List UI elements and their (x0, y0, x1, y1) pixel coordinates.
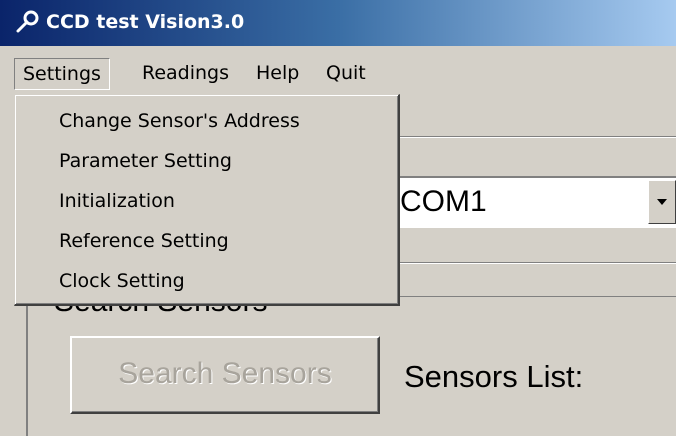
menu-quit[interactable]: Quit (318, 58, 374, 90)
dropdown-arrow-icon[interactable] (648, 180, 676, 224)
panel-divider (398, 262, 676, 264)
sensors-list-label: Sensors List: (404, 359, 584, 394)
settings-dropdown-menu: Change Sensor's Address Parameter Settin… (14, 94, 400, 306)
panel-divider (398, 136, 676, 138)
port-select-value: COM1 (400, 185, 487, 218)
menu-item-parameter-setting[interactable]: Parameter Setting (15, 141, 398, 181)
menu-settings[interactable]: Settings (14, 58, 110, 90)
menu-bar: Settings Readings Help Quit (0, 46, 676, 96)
port-select[interactable]: COM1 (380, 176, 676, 228)
title-bar[interactable]: CCD test Vision3.0 (0, 0, 676, 46)
menu-item-reference-setting[interactable]: Reference Setting (15, 221, 398, 261)
key-wrench-icon (14, 9, 40, 40)
window-title: CCD test Vision3.0 (46, 11, 245, 33)
menu-item-initialization[interactable]: Initialization (15, 181, 398, 221)
search-sensors-button[interactable]: Search Sensors (70, 336, 380, 414)
menu-item-change-sensor-address[interactable]: Change Sensor's Address (15, 101, 398, 141)
menu-readings[interactable]: Readings (134, 58, 237, 90)
menu-item-clock-setting[interactable]: Clock Setting (15, 261, 398, 301)
menu-help[interactable]: Help (248, 58, 307, 90)
